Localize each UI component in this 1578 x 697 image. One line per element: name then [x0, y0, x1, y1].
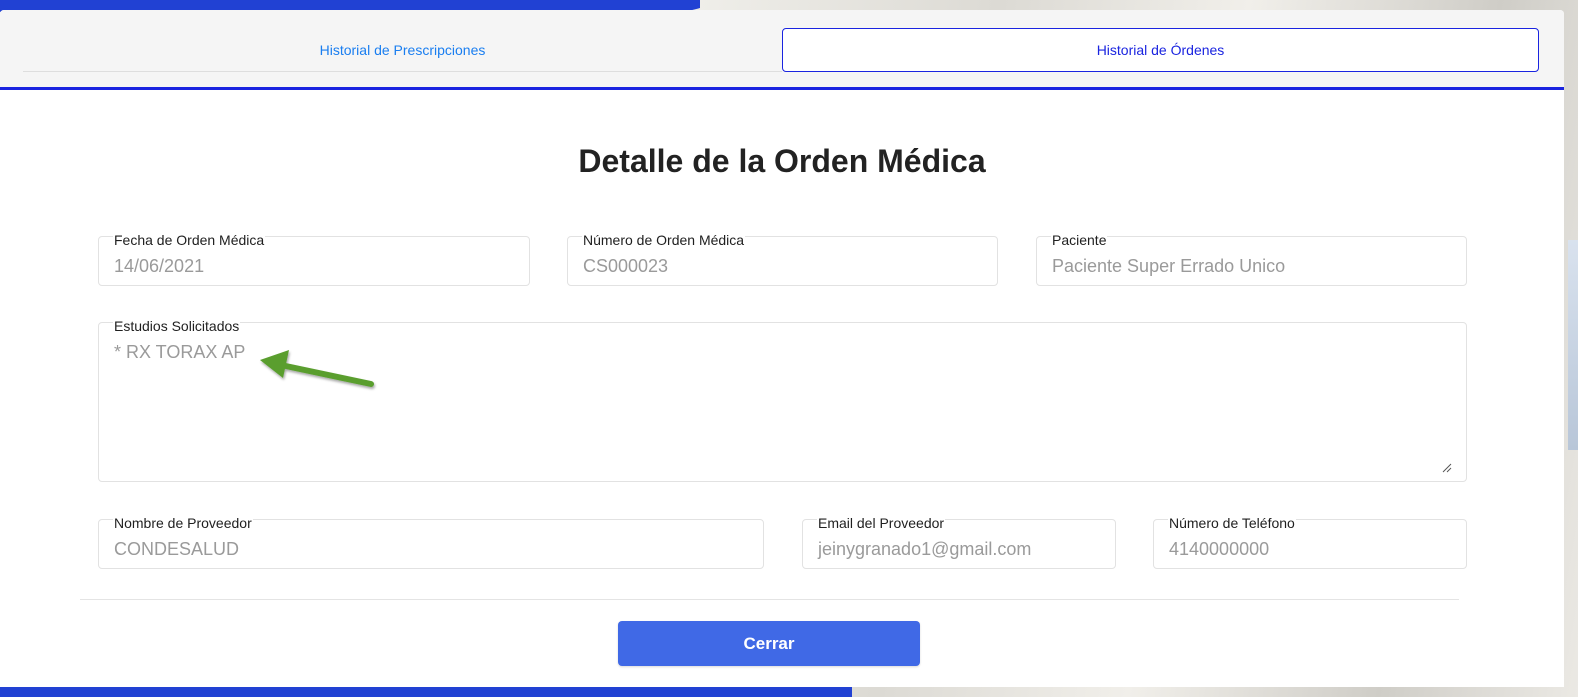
- provider-name-label: Nombre de Proveedor: [113, 515, 253, 531]
- phone-number-field[interactable]: Número de Teléfono 4140000000: [1153, 515, 1467, 569]
- tab-bar: Historial de Prescripciones Historial de…: [0, 10, 1564, 90]
- provider-name-field[interactable]: Nombre de Proveedor CONDESALUD: [98, 515, 764, 569]
- provider-name-value: CONDESALUD: [114, 539, 240, 559]
- order-number-field[interactable]: Número de Orden Médica CS000023: [567, 232, 998, 286]
- requested-studies-value: * RX TORAX AP: [114, 342, 246, 362]
- phone-number-label: Número de Teléfono: [1168, 515, 1296, 531]
- background-strip: [1568, 240, 1578, 450]
- provider-email-field[interactable]: Email del Proveedor jeinygranado1@gmail.…: [802, 515, 1116, 569]
- patient-value: Paciente Super Errado Unico: [1052, 256, 1286, 276]
- tab-orders-history[interactable]: Historial de Órdenes: [782, 28, 1539, 72]
- patient-label: Paciente: [1051, 232, 1108, 248]
- page-title: Detalle de la Orden Médica: [578, 143, 986, 179]
- order-number-value: CS000023: [583, 256, 669, 276]
- provider-email-value: jeinygranado1@gmail.com: [818, 539, 1032, 559]
- order-number-label: Número de Orden Médica: [582, 232, 746, 248]
- order-detail-modal: Historial de Prescripciones Historial de…: [0, 10, 1564, 687]
- close-button[interactable]: Cerrar: [618, 621, 920, 666]
- order-date-field[interactable]: Fecha de Orden Médica 14/06/2021: [98, 232, 530, 286]
- resize-grip-icon[interactable]: [1442, 463, 1452, 473]
- requested-studies-label: Estudios Solicitados: [113, 318, 241, 334]
- footer-divider: [80, 599, 1459, 600]
- patient-field[interactable]: Paciente Paciente Super Errado Unico: [1036, 232, 1467, 286]
- phone-number-value: 4140000000: [1169, 539, 1270, 559]
- provider-email-label: Email del Proveedor: [817, 515, 946, 531]
- order-date-label: Fecha de Orden Médica: [113, 232, 266, 248]
- green-arrow-icon: [260, 350, 374, 387]
- tab-prescriptions-history[interactable]: Historial de Prescripciones: [23, 28, 782, 72]
- order-date-value: 14/06/2021: [114, 256, 205, 276]
